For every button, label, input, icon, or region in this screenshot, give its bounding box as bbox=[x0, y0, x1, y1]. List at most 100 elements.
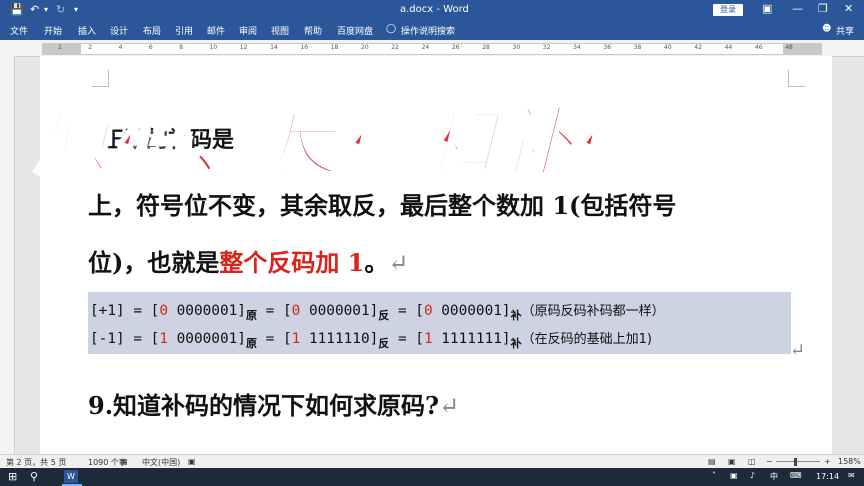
read-mode-icon[interactable]: ▤ bbox=[708, 457, 716, 466]
tab-insert[interactable]: 插入 bbox=[78, 24, 96, 37]
heading-9: 9.知道补码的情况下如何求原码?↵ bbox=[88, 386, 459, 421]
language-indicator[interactable]: 中文(中国) bbox=[142, 457, 180, 468]
code-sign-bit: 1 bbox=[423, 331, 433, 347]
ruler-number: 28 bbox=[482, 44, 490, 51]
code-text: = [ bbox=[389, 331, 424, 347]
clock[interactable]: 17:14 bbox=[816, 472, 839, 481]
title-bar: 💾 ↶ ▾ ↻ ▾ a.docx - Word 登录 ▣ — ❐ ✕ bbox=[0, 0, 864, 20]
line3-suffix: 。 bbox=[364, 248, 389, 277]
page-count[interactable]: 第 2 页，共 5 页 bbox=[6, 457, 66, 468]
line3-highlight: 整个反码加 1 bbox=[219, 248, 365, 277]
ruler-number: 36 bbox=[603, 44, 612, 51]
ruler-number: 26 bbox=[451, 44, 460, 51]
volume-icon[interactable]: ♪ bbox=[750, 471, 755, 480]
keyboard-icon[interactable]: ⌨ bbox=[790, 471, 802, 480]
customize-icon[interactable]: ▾ bbox=[74, 3, 78, 17]
proofing-icon[interactable]: ▤ bbox=[120, 457, 128, 466]
minimize-icon[interactable]: — bbox=[792, 2, 803, 15]
code-subscript: 原 bbox=[245, 309, 257, 322]
tab-home[interactable]: 开始 bbox=[44, 24, 62, 37]
line3-prefix: 位)，也就是 bbox=[88, 248, 220, 277]
ribbon-display-icon[interactable]: ▣ bbox=[762, 2, 772, 15]
ruler-number: 10 bbox=[209, 44, 218, 51]
save-icon[interactable]: 💾 bbox=[10, 3, 24, 17]
share-button[interactable]: 共享 bbox=[836, 24, 854, 37]
tab-references[interactable]: 引用 bbox=[175, 24, 193, 37]
code-text: 0000001] bbox=[432, 303, 511, 319]
redo-icon[interactable]: ↻ bbox=[56, 3, 65, 17]
code-text: 0000001] bbox=[167, 331, 246, 347]
tray-up-icon[interactable]: ˄ bbox=[712, 471, 716, 480]
macro-icon[interactable]: ▣ bbox=[188, 457, 196, 466]
ruler-number: 48 bbox=[785, 44, 793, 51]
ruler-number: 14 bbox=[270, 44, 278, 51]
ruler-number: 40 bbox=[664, 44, 672, 51]
ruler-left-margin bbox=[43, 44, 81, 54]
ruler-number: 34 bbox=[573, 44, 581, 51]
ruler-number: 44 bbox=[724, 44, 733, 51]
zoom-out-icon[interactable]: − bbox=[766, 457, 773, 466]
web-layout-icon[interactable]: ◫ bbox=[748, 457, 756, 466]
tab-design[interactable]: 设计 bbox=[110, 24, 128, 37]
tab-baidu-netdisk[interactable]: 百度网盘 bbox=[337, 24, 373, 37]
code-sign-bit: 1 bbox=[159, 331, 168, 347]
code-text: [-1] = [ bbox=[90, 331, 160, 347]
ruler-number: 12 bbox=[239, 44, 248, 51]
tab-file[interactable]: 文件 bbox=[10, 24, 28, 37]
paragraph-mark: ↵ bbox=[439, 392, 460, 420]
ruler-number: 42 bbox=[694, 44, 702, 51]
window-title: a.docx - Word bbox=[400, 4, 469, 15]
search-icon[interactable]: ⚲ bbox=[30, 470, 38, 483]
code-sign-bit: 0 bbox=[291, 303, 301, 319]
undo-dropdown-icon[interactable]: ▾ bbox=[44, 3, 48, 17]
horizontal-ruler[interactable]: 2 2 4 6 8 10 12 14 16 18 20 22 24 26 28 30 32 34 36 38 40 42 4… bbox=[0, 40, 864, 57]
tab-mailings[interactable]: 邮件 bbox=[207, 24, 225, 37]
word-app-icon[interactable]: W bbox=[64, 470, 78, 483]
status-bar: 第 2 页，共 5 页 1090 个字 ▤ 中文(中国) ▣ ▤ ▣ ◫ − +… bbox=[0, 454, 864, 469]
close-icon[interactable]: ✕ bbox=[844, 2, 853, 15]
tab-review[interactable]: 审阅 bbox=[239, 24, 257, 37]
vertical-ruler[interactable] bbox=[0, 56, 15, 454]
ime-indicator[interactable]: 中 bbox=[770, 471, 778, 482]
code-text: = [ bbox=[256, 331, 292, 347]
network-icon[interactable]: ▣ bbox=[730, 471, 738, 480]
tab-view[interactable]: 视图 bbox=[271, 24, 289, 37]
undo-icon[interactable]: ↶ bbox=[30, 3, 39, 17]
paragraph-mark: ↵ bbox=[388, 249, 409, 277]
notification-icon[interactable]: ✉ bbox=[848, 471, 855, 480]
tell-me-search[interactable]: 操作说明搜索 bbox=[401, 24, 455, 37]
code-text: 0000001] bbox=[167, 303, 246, 319]
code-sign-bit: 1 bbox=[291, 331, 301, 347]
code-note: （原码反码补码都一样） bbox=[521, 304, 665, 319]
code-row-2: [-1] = [1 0000001]原 = [1 1111110]反 = [1 … bbox=[90, 328, 652, 350]
code-text: = [ bbox=[256, 303, 292, 319]
code-text: 0000001] bbox=[300, 303, 379, 319]
code-text: = [ bbox=[389, 303, 424, 319]
zoom-level[interactable]: 158% bbox=[838, 457, 861, 466]
restore-icon[interactable]: ❐ bbox=[818, 2, 828, 15]
ruler-number: 6 bbox=[148, 44, 153, 51]
ruler-number: 2 bbox=[88, 44, 93, 51]
code-text: 1111110] bbox=[300, 331, 379, 347]
ruler-number: 2 bbox=[58, 44, 62, 51]
taskbar: ⊞ ⚲ W ˄ ▣ ♪ 中 ⌨ 17:14 ✉ bbox=[0, 468, 864, 486]
zoom-slider[interactable] bbox=[776, 461, 820, 462]
zoom-slider-thumb[interactable] bbox=[794, 458, 797, 466]
tab-help[interactable]: 帮助 bbox=[304, 24, 322, 37]
body-line-3: 位)，也就是整个反码加 1。↵ bbox=[88, 243, 409, 278]
code-subscript: 补 bbox=[510, 309, 522, 322]
print-layout-icon[interactable]: ▣ bbox=[728, 457, 736, 466]
start-icon[interactable]: ⊞ bbox=[8, 470, 17, 483]
ruler-number: 38 bbox=[633, 44, 642, 51]
ruler-number: 32 bbox=[542, 44, 551, 51]
code-text: 1111111] bbox=[432, 331, 511, 347]
code-sign-bit: 0 bbox=[423, 303, 433, 319]
tab-layout[interactable]: 布局 bbox=[143, 24, 161, 37]
code-subscript: 补 bbox=[510, 337, 522, 350]
code-subscript: 原 bbox=[245, 337, 257, 350]
zoom-in-icon[interactable]: + bbox=[824, 457, 831, 466]
ruler-number: 46 bbox=[754, 44, 763, 51]
code-note: （在反码的基础上加1) bbox=[521, 332, 652, 347]
login-button[interactable]: 登录 bbox=[713, 4, 743, 16]
code-row-1: [+1] = [0 0000001]原 = [0 0000001]反 = [0 … bbox=[90, 300, 665, 322]
